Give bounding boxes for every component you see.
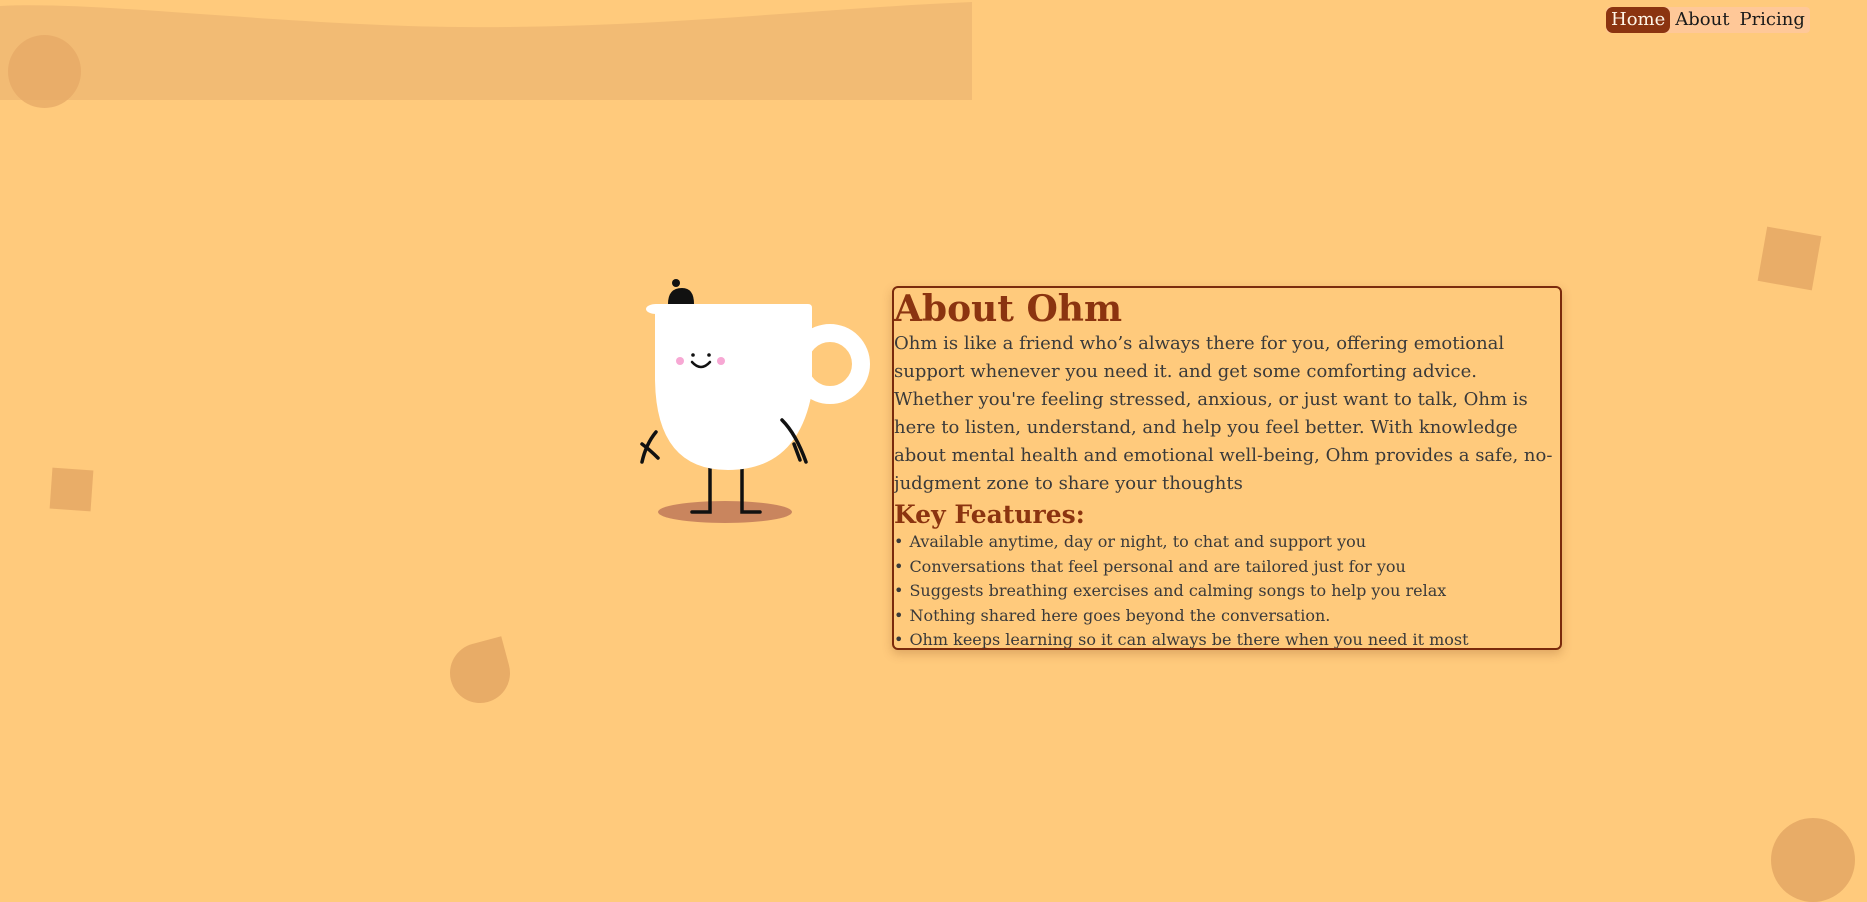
about-title: About Ohm [894,288,1123,330]
feature-text: Available anytime, day or night, to chat… [909,532,1367,551]
coffee-cup-mascot-icon [640,279,870,523]
features-heading: Key Features: [894,500,1085,529]
about-card: About Ohm Ohm is like a friend who’s alw… [892,286,1562,650]
decor-square-right [1757,226,1822,291]
decor-drop-shape [443,636,517,710]
bullet-icon: • [894,630,904,649]
decor-circle-bottom-right [1771,818,1855,902]
bullet-icon: • [894,605,904,625]
feature-text: Nothing shared here goes beyond the conv… [909,605,1331,625]
feature-item: • Nothing shared here goes beyond the con… [894,604,1560,629]
nav-pricing-link[interactable]: Pricing [1734,7,1809,33]
feature-item: • Suggests breathing exercises and calmin… [894,579,1560,604]
wave-shape [0,0,972,28]
bullet-icon: • [894,581,904,600]
main-nav: Home About Pricing [1606,7,1810,33]
feature-item: • Conversations that feel personal and ar… [894,555,1560,580]
nav-home-link[interactable]: Home [1606,7,1671,33]
decor-circle-top-left [8,35,81,108]
feature-item: • Available anytime, day or night, to cha… [894,530,1560,555]
feature-item: • Ohm keeps learning so it can always be … [894,628,1560,649]
decor-square-left [49,467,94,512]
feature-text: Ohm keeps learning so it can always be t… [909,630,1469,649]
header-band [0,0,972,100]
nav-about-link[interactable]: About [1670,7,1734,33]
feature-text: Conversations that feel personal and are… [909,556,1406,576]
bullet-icon: • [894,532,904,551]
features-list: • Available anytime, day or night, to cha… [894,530,1560,649]
bullet-icon: • [894,556,904,576]
about-description: Ohm is like a friend who’s always there … [894,333,1553,494]
feature-text: Suggests breathing exercises and calming… [909,581,1447,600]
